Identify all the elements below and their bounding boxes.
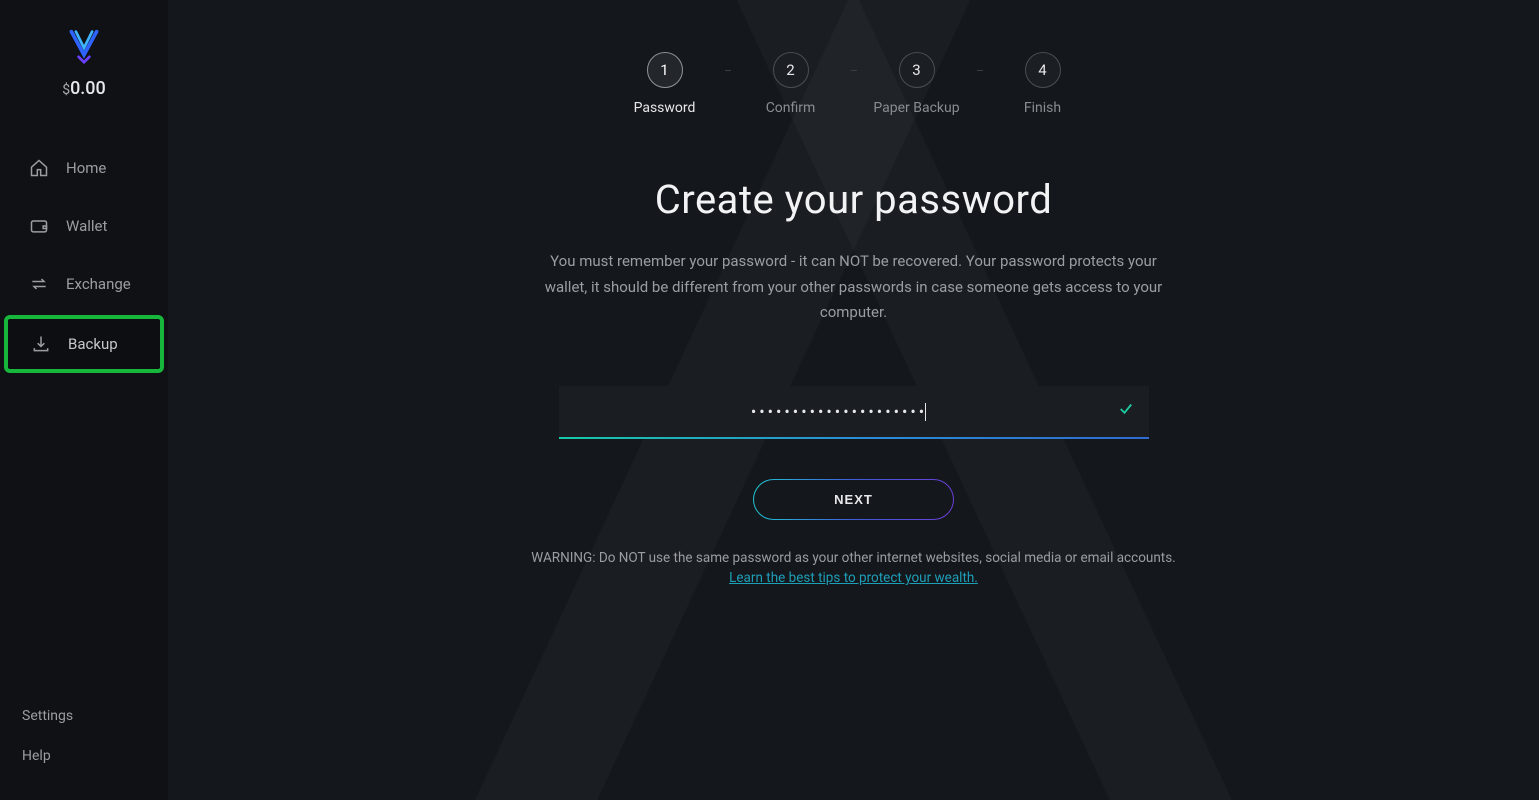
- step-confirm: 2 Confirm: [731, 52, 851, 116]
- step-number: 1: [647, 52, 683, 88]
- sidebar-nav: Home Wallet Exchange Backup: [0, 139, 168, 375]
- exchange-icon: [28, 273, 50, 295]
- wallet-icon: [28, 215, 50, 237]
- step-label: Finish: [1024, 100, 1061, 116]
- currency-symbol: $: [62, 82, 70, 98]
- text-cursor: [925, 403, 926, 421]
- sidebar: $0.00 Home Wallet Exchange Backup: [0, 0, 168, 800]
- sidebar-item-label: Wallet: [66, 217, 107, 235]
- step-paper-backup: 3 Paper Backup: [857, 52, 977, 116]
- backup-icon: [30, 333, 52, 355]
- home-icon: [28, 157, 50, 179]
- balance-amount: 0.00: [70, 78, 106, 99]
- check-icon: [1117, 400, 1135, 422]
- sidebar-item-home[interactable]: Home: [4, 141, 164, 195]
- sidebar-item-label: Exchange: [66, 275, 131, 293]
- sidebar-item-backup[interactable]: Backup: [4, 315, 164, 373]
- password-field-wrap: •••••••••••••••••••••: [559, 386, 1149, 440]
- sidebar-item-wallet[interactable]: Wallet: [4, 199, 164, 253]
- next-button[interactable]: NEXT: [753, 479, 954, 520]
- page-description: You must remember your password - it can…: [534, 249, 1174, 326]
- step-password: 1 Password: [605, 52, 725, 116]
- sidebar-help[interactable]: Help: [22, 736, 146, 776]
- password-mask: •••••••••••••••••••••: [751, 402, 927, 421]
- sidebar-item-exchange[interactable]: Exchange: [4, 257, 164, 311]
- step-number: 4: [1025, 52, 1061, 88]
- step-number: 3: [899, 52, 935, 88]
- wizard-steps: 1 Password 2 Confirm 3 Paper Backup 4 Fi…: [474, 52, 1234, 116]
- balance: $0.00: [62, 78, 106, 99]
- step-label: Paper Backup: [873, 100, 959, 116]
- step-label: Password: [634, 100, 696, 116]
- main-content: 1 Password 2 Confirm 3 Paper Backup 4 Fi…: [168, 0, 1539, 800]
- sidebar-item-label: Home: [66, 159, 106, 177]
- step-label: Confirm: [766, 100, 816, 116]
- logo-area: $0.00: [0, 28, 168, 99]
- sidebar-item-label: Backup: [68, 335, 118, 353]
- password-input[interactable]: •••••••••••••••••••••: [559, 386, 1149, 438]
- sidebar-bottom: Settings Help: [0, 688, 168, 800]
- input-underline: [559, 437, 1149, 439]
- app-logo-icon: [66, 28, 102, 64]
- page-title: Create your password: [474, 176, 1234, 223]
- sidebar-settings[interactable]: Settings: [22, 696, 146, 736]
- tips-link[interactable]: Learn the best tips to protect your weal…: [474, 570, 1234, 586]
- step-finish: 4 Finish: [983, 52, 1103, 116]
- warning-text: WARNING: Do NOT use the same password as…: [474, 550, 1234, 566]
- step-number: 2: [773, 52, 809, 88]
